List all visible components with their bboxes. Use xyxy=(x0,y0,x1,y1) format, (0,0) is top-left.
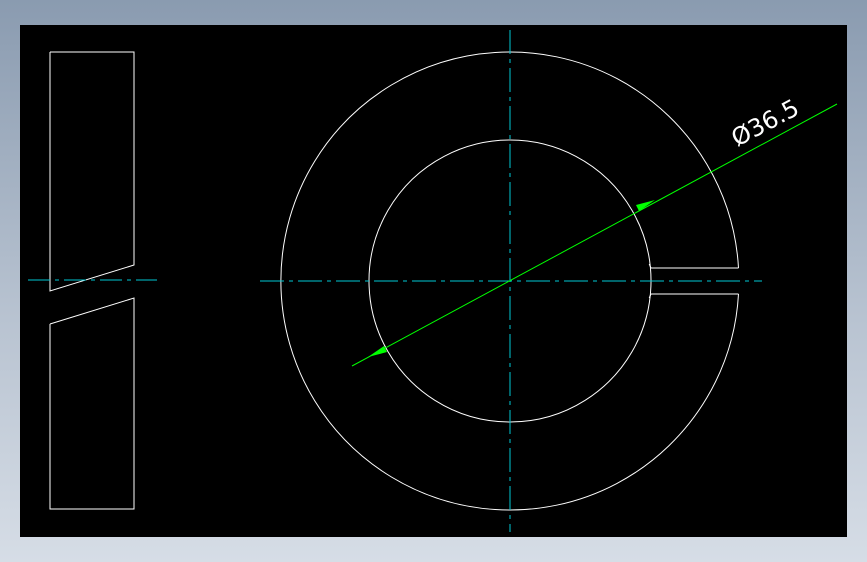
diameter-dimension: Ø36.5 xyxy=(351,94,838,367)
diameter-label: Ø36.5 xyxy=(727,94,804,153)
side-view-lower-section xyxy=(49,297,135,510)
dimension-arrowhead-upper xyxy=(636,200,655,211)
dimension-line xyxy=(351,103,838,367)
dimension-arrowhead-lower xyxy=(368,346,387,357)
front-view-centerlines xyxy=(260,30,762,532)
side-view-upper-section xyxy=(49,51,135,292)
cad-drawing[interactable]: Ø36.5 xyxy=(0,0,867,562)
